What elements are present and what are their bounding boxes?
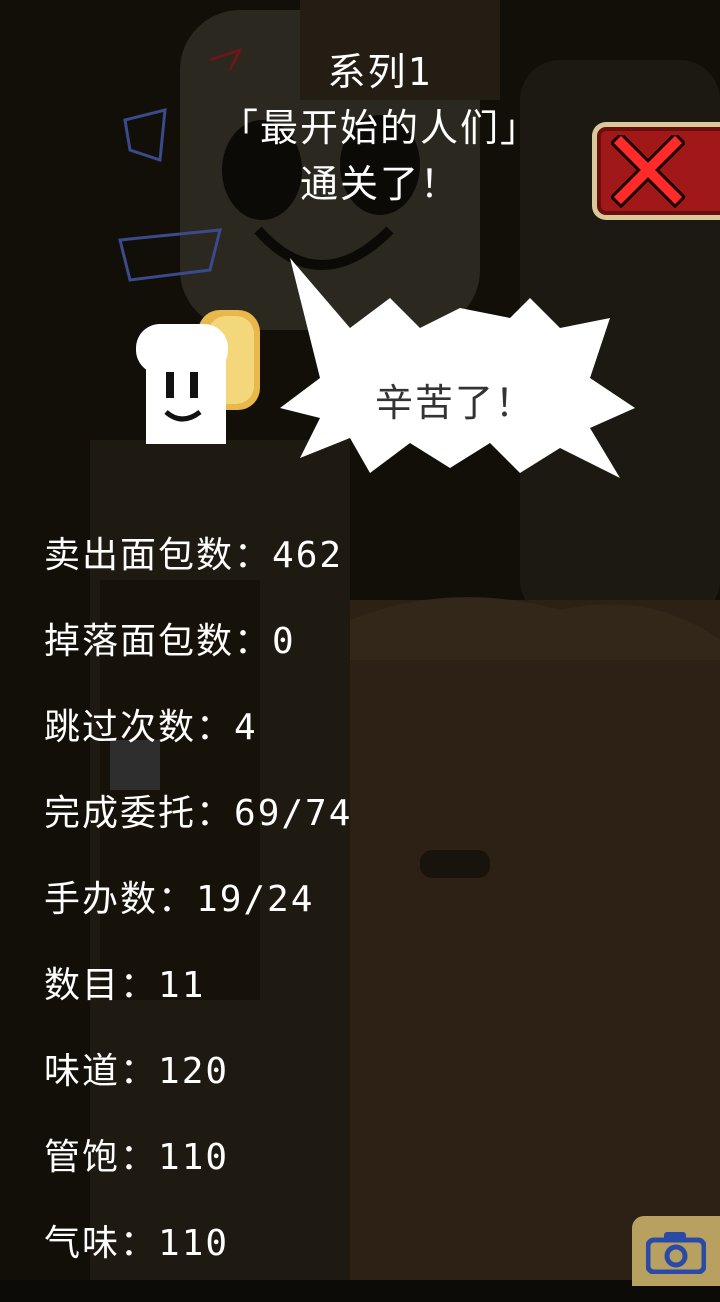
stat-label: 管饱	[44, 1137, 121, 1178]
stat-value: 110	[158, 1223, 230, 1264]
stat-row: 管饱：110	[44, 1130, 352, 1216]
stat-separator: ：	[234, 621, 273, 662]
stat-value: 462	[272, 535, 344, 576]
title-line-cleared: 通关了！	[299, 162, 460, 206]
title-line-series: 系列1	[327, 50, 433, 94]
stat-label: 跳过次数	[44, 707, 197, 748]
toast-bread-mascot	[136, 310, 260, 444]
stat-label: 掉落面包数	[44, 621, 235, 662]
stat-separator: ：	[120, 1051, 159, 1092]
stat-value: 110	[158, 1137, 230, 1178]
stat-row: 完成委托：69/74	[44, 786, 352, 872]
stat-row: 数目：11	[44, 958, 352, 1044]
stat-label: 卖出面包数	[44, 535, 235, 576]
stat-value: 4	[234, 707, 258, 748]
stats-list: 卖出面包数：462 掉落面包数：0 跳过次数：4 完成委托：69/74 手办数：19/2…	[44, 528, 352, 1302]
stat-row: 手办数：19/24	[44, 872, 352, 958]
stat-separator: ：	[120, 1223, 159, 1264]
close-x-icon	[611, 135, 685, 209]
stat-separator: ：	[196, 707, 235, 748]
title-line-stage-name: 「最开始的人们」	[219, 106, 540, 150]
stat-value: 11	[158, 965, 206, 1006]
stat-separator: ：	[196, 793, 235, 834]
stat-row: 掉落面包数：0	[44, 614, 352, 700]
stat-row: 跳过次数：4	[44, 700, 352, 786]
stat-value: 69/74	[234, 793, 353, 834]
speech-bubble-text: 辛苦了！	[374, 381, 535, 425]
stat-row: 气味：110	[44, 1216, 352, 1302]
stat-label: 完成委托	[44, 793, 197, 834]
stat-separator: ：	[234, 535, 273, 576]
stat-value: 19/24	[196, 879, 315, 920]
stat-label: 手办数	[44, 879, 159, 920]
stat-label: 数目	[44, 965, 121, 1006]
camera-button[interactable]	[632, 1216, 720, 1286]
close-button[interactable]	[592, 122, 720, 220]
stat-value: 0	[272, 621, 296, 662]
stat-separator: ：	[158, 879, 197, 920]
stat-row: 味道：120	[44, 1044, 352, 1130]
stat-separator: ：	[120, 965, 159, 1006]
stat-separator: ：	[120, 1137, 159, 1178]
stat-label: 气味	[44, 1223, 121, 1264]
stat-row: 卖出面包数：462	[44, 528, 352, 614]
stat-label: 味道	[44, 1051, 121, 1092]
camera-icon	[646, 1232, 706, 1274]
stage-clear-title: 系列1 「最开始的人们」 通关了！	[180, 44, 580, 212]
stat-value: 120	[158, 1051, 230, 1092]
